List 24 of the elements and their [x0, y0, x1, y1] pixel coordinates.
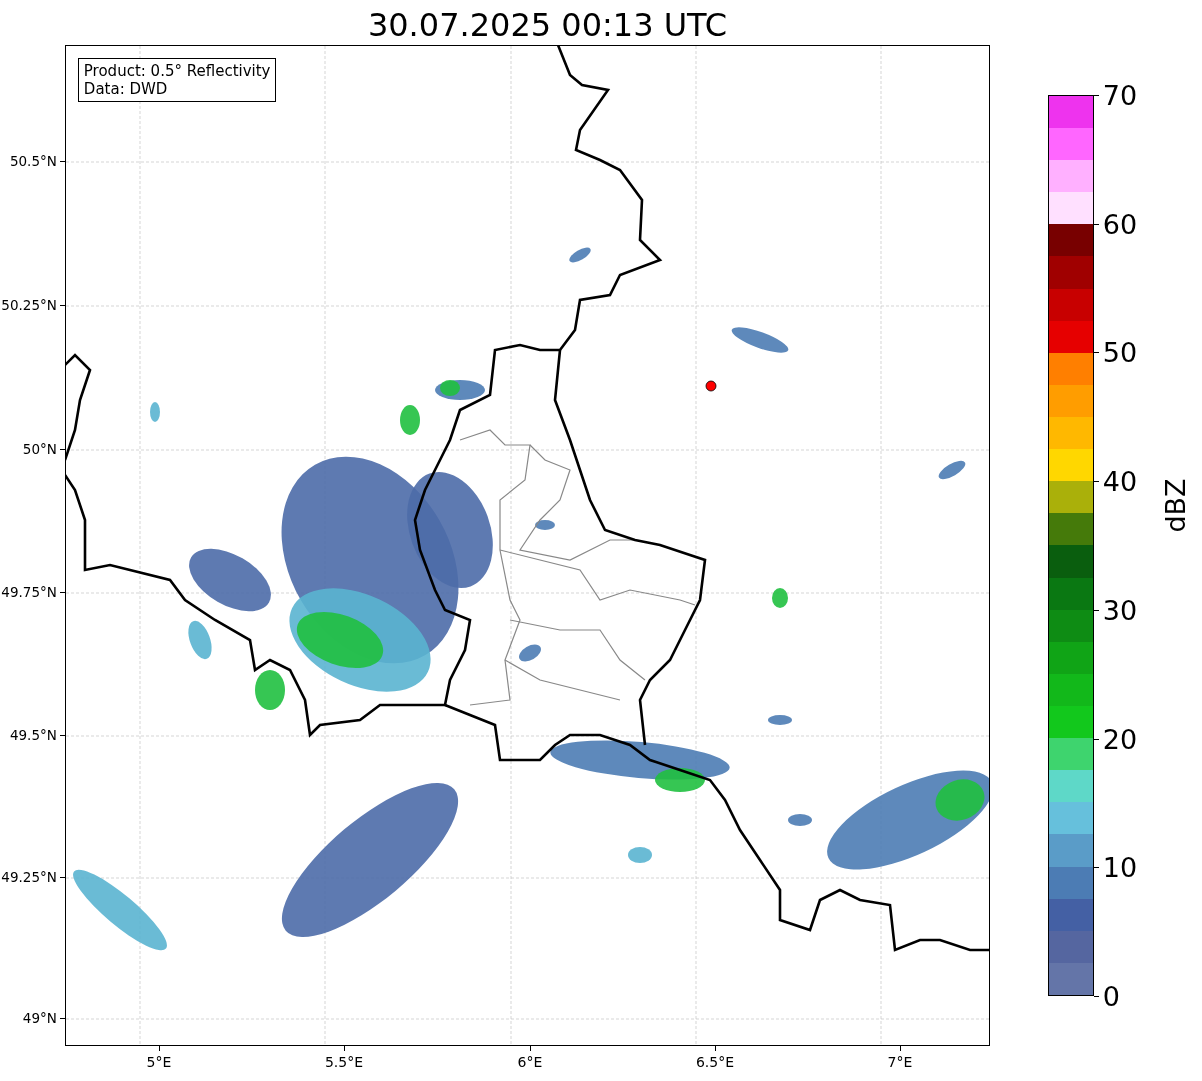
latitude-label: 49.75°N [1, 584, 57, 600]
colorbar-tick-label: 0 [1102, 980, 1120, 1012]
longitude-label: 5.5°E [324, 1054, 364, 1070]
longitude-label: 6°E [517, 1054, 543, 1070]
latitude-label: 50.25°N [1, 297, 57, 313]
colorbar-tick-label: 70 [1102, 79, 1138, 111]
colorbar-tick-label: 10 [1102, 851, 1138, 883]
longitude-label: 7°E [887, 1054, 913, 1070]
legend-text: Product: 0.5° Reflectivity [83, 62, 271, 80]
latitude-label: 49.25°N [1, 869, 57, 885]
legend-text: Data: DWD [83, 80, 169, 98]
colorbar-tick-label: 30 [1102, 594, 1138, 626]
colorbar-tick-label: 20 [1102, 723, 1138, 755]
latitude-label: 50.5°N [9, 153, 57, 169]
colorbar-tick-label: 50 [1102, 336, 1138, 368]
colorbar-label: dBZ [1159, 478, 1191, 533]
longitude-label: 5°E [146, 1054, 172, 1070]
latitude-label: 50°N [22, 441, 57, 457]
longitude-label: 6.5°E [695, 1054, 735, 1070]
latitude-label: 49°N [22, 1010, 57, 1026]
colorbar-tick-label: 60 [1102, 208, 1138, 240]
colorbar-tick-label: 40 [1102, 465, 1138, 497]
chart-title: 30.07.2025 00:13 UTC [366, 5, 729, 45]
latitude-label: 49.5°N [9, 727, 57, 743]
